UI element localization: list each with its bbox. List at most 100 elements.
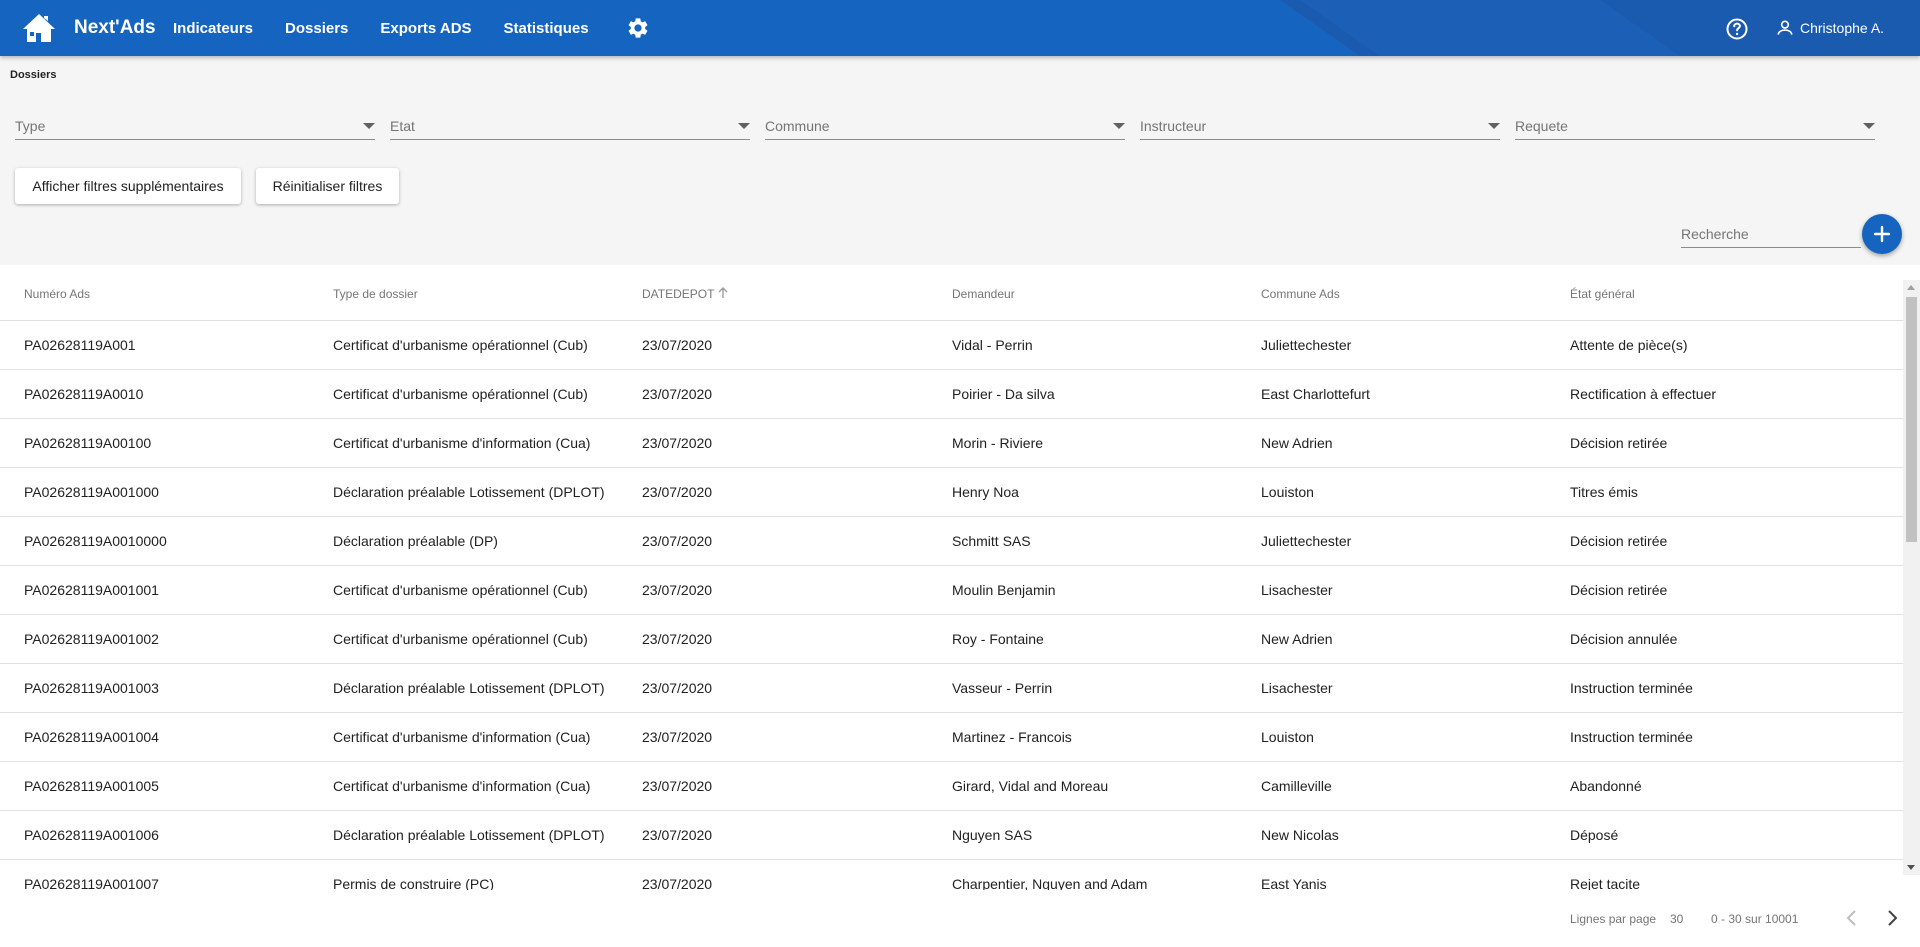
table-row[interactable]: PA02628119A001002 Certificat d'urbanisme … bbox=[0, 615, 1903, 664]
cell-datedepot: 23/07/2020 bbox=[642, 680, 713, 696]
show-more-filters-button[interactable]: Afficher filtres supplémentaires bbox=[15, 168, 241, 204]
cell-etat-general: Attente de pièce(s) bbox=[1570, 337, 1688, 353]
cell-etat-general: Instruction terminée bbox=[1570, 680, 1693, 696]
table-scrollbar[interactable] bbox=[1903, 280, 1920, 875]
cell-type-dossier: Certificat d'urbanisme d'information (Cu… bbox=[333, 778, 591, 794]
table-row[interactable]: PA02628119A001006 Déclaration préalable L… bbox=[0, 811, 1903, 860]
next-page-chevron-icon[interactable] bbox=[1880, 906, 1904, 930]
cell-type-dossier: Certificat d'urbanisme opérationnel (Cub… bbox=[333, 582, 588, 598]
cell-type-dossier: Déclaration préalable Lotissement (DPLOT… bbox=[333, 484, 605, 500]
cell-numero-ads: PA02628119A00100 bbox=[24, 435, 152, 451]
cell-etat-general: Déposé bbox=[1570, 827, 1619, 843]
col-header-datedepot-label: DATEDEPOT bbox=[642, 287, 715, 301]
col-header-commune-ads[interactable]: Commune Ads bbox=[1261, 287, 1340, 301]
cell-type-dossier: Déclaration préalable (DP) bbox=[333, 533, 498, 549]
search-input[interactable] bbox=[1681, 220, 1861, 247]
cell-datedepot: 23/07/2020 bbox=[642, 582, 713, 598]
cell-commune-ads: East Charlottefurt bbox=[1261, 386, 1370, 402]
reset-filters-button[interactable]: Réinitialiser filtres bbox=[256, 168, 399, 204]
cell-demandeur: Charpentier, Nguyen and Adam bbox=[952, 876, 1148, 890]
cell-demandeur: Moulin Benjamin bbox=[952, 582, 1056, 598]
cell-datedepot: 23/07/2020 bbox=[642, 337, 713, 353]
cell-demandeur: Vidal - Perrin bbox=[952, 337, 1033, 353]
filter-instructeur-label: Instructeur bbox=[1140, 118, 1207, 134]
app-name: Next'Ads bbox=[74, 17, 156, 38]
cell-numero-ads: PA02628119A001001 bbox=[24, 582, 159, 598]
table-row[interactable]: PA02628119A0010 Certificat d'urbanisme op… bbox=[0, 370, 1903, 419]
cell-datedepot: 23/07/2020 bbox=[642, 631, 713, 647]
cell-datedepot: 23/07/2020 bbox=[642, 484, 713, 500]
cell-demandeur: Schmitt SAS bbox=[952, 533, 1031, 549]
table-row[interactable]: PA02628119A00100 Certificat d'urbanisme d… bbox=[0, 419, 1903, 468]
cell-demandeur: Morin - Riviere bbox=[952, 435, 1044, 451]
scrollbar-thumb[interactable] bbox=[1906, 297, 1917, 542]
cell-commune-ads: Louiston bbox=[1261, 484, 1314, 500]
cell-etat-general: Rejet tacite bbox=[1570, 876, 1641, 890]
dropdown-caret-icon bbox=[738, 123, 750, 129]
breadcrumb: Dossiers bbox=[10, 69, 57, 81]
col-header-datedepot[interactable]: DATEDEPOT bbox=[642, 287, 729, 301]
dossiers-table: Numéro Ads Type de dossier DATEDEPOT Dem… bbox=[0, 265, 1920, 890]
cell-numero-ads: PA02628119A001003 bbox=[24, 680, 159, 696]
cell-numero-ads: PA02628119A001 bbox=[24, 337, 136, 353]
filter-requete-select[interactable]: Requete bbox=[1515, 112, 1875, 140]
cell-commune-ads: New Nicolas bbox=[1261, 827, 1339, 843]
table-row[interactable]: PA02628119A001005 Certificat d'urbanisme … bbox=[0, 762, 1903, 811]
cell-etat-general: Décision retirée bbox=[1570, 582, 1668, 598]
table-row[interactable]: PA02628119A001003 Déclaration préalable L… bbox=[0, 664, 1903, 713]
dropdown-caret-icon bbox=[1488, 123, 1500, 129]
table-header: Numéro Ads Type de dossier DATEDEPOT Dem… bbox=[0, 265, 1903, 321]
col-header-numero-ads[interactable]: Numéro Ads bbox=[24, 287, 90, 301]
settings-gear-icon[interactable] bbox=[626, 16, 650, 40]
cell-etat-general: Abandonné bbox=[1570, 778, 1642, 794]
table-row[interactable]: PA02628119A001 Certificat d'urbanisme opé… bbox=[0, 321, 1903, 370]
nav-dossiers[interactable]: Dossiers bbox=[285, 20, 348, 37]
nav-statistiques[interactable]: Statistiques bbox=[504, 20, 589, 37]
cell-etat-general: Instruction terminée bbox=[1570, 729, 1693, 745]
table-row[interactable]: PA02628119A001000 Déclaration préalable L… bbox=[0, 468, 1903, 517]
rows-per-page-label: Lignes par page bbox=[1570, 912, 1657, 926]
cell-type-dossier: Certificat d'urbanisme d'information (Cu… bbox=[333, 729, 591, 745]
cell-demandeur: Vasseur - Perrin bbox=[952, 680, 1053, 696]
filter-etat-select[interactable]: Etat bbox=[390, 112, 750, 140]
top-app-bar: Next'Ads Indicateurs Dossiers Exports AD… bbox=[0, 0, 1920, 56]
filter-commune-select[interactable]: Commune bbox=[765, 112, 1125, 140]
user-name: Christophe A. bbox=[1800, 20, 1885, 36]
table-row[interactable]: PA02628119A0010000 Déclaration préalable … bbox=[0, 517, 1903, 566]
nav-indicateurs[interactable]: Indicateurs bbox=[173, 20, 253, 37]
cell-numero-ads: PA02628119A001002 bbox=[24, 631, 159, 647]
cell-etat-general: Décision retirée bbox=[1570, 435, 1668, 451]
cell-type-dossier: Déclaration préalable Lotissement (DPLOT… bbox=[333, 827, 605, 843]
col-header-demandeur[interactable]: Demandeur bbox=[952, 287, 1015, 301]
help-icon[interactable] bbox=[1725, 17, 1749, 41]
cell-numero-ads: PA02628119A0010 bbox=[24, 386, 144, 402]
col-header-type-dossier[interactable]: Type de dossier bbox=[333, 287, 418, 301]
cell-etat-general: Décision annulée bbox=[1570, 631, 1678, 647]
cell-numero-ads: PA02628119A0010000 bbox=[24, 533, 167, 549]
main-nav: Indicateurs Dossiers Exports ADS Statist… bbox=[173, 0, 650, 56]
scroll-down-arrow-icon[interactable] bbox=[1907, 865, 1915, 870]
cell-commune-ads: Juliettechester bbox=[1261, 533, 1352, 549]
col-header-etat-general[interactable]: État général bbox=[1570, 287, 1635, 301]
sort-arrow-up-icon bbox=[718, 287, 728, 298]
rows-per-page-select[interactable]: 30 bbox=[1670, 912, 1683, 926]
table-row[interactable]: PA02628119A001004 Certificat d'urbanisme … bbox=[0, 713, 1903, 762]
filter-bar: Type Etat Commune Instructeur Requete bbox=[15, 112, 1876, 140]
cell-demandeur: Nguyen SAS bbox=[952, 827, 1033, 843]
filter-type-select[interactable]: Type bbox=[15, 112, 375, 140]
previous-page-chevron-icon[interactable] bbox=[1840, 906, 1864, 930]
filter-type-label: Type bbox=[15, 118, 46, 134]
user-menu[interactable]: Christophe A. bbox=[1775, 0, 1884, 56]
dropdown-caret-icon bbox=[1113, 123, 1125, 129]
table-body: PA02628119A001 Certificat d'urbanisme opé… bbox=[0, 321, 1903, 890]
add-dossier-button[interactable] bbox=[1862, 214, 1902, 254]
table-row[interactable]: PA02628119A001007 Permis de construire (P… bbox=[0, 860, 1903, 890]
brand[interactable]: Next'Ads bbox=[20, 8, 156, 48]
nav-exports-ads[interactable]: Exports ADS bbox=[380, 20, 471, 37]
table-row[interactable]: PA02628119A001001 Certificat d'urbanisme … bbox=[0, 566, 1903, 615]
cell-etat-general: Rectification à effectuer bbox=[1570, 386, 1717, 402]
cell-commune-ads: Louiston bbox=[1261, 729, 1314, 745]
scroll-up-arrow-icon[interactable] bbox=[1907, 285, 1915, 290]
cell-commune-ads: Juliettechester bbox=[1261, 337, 1352, 353]
filter-instructeur-select[interactable]: Instructeur bbox=[1140, 112, 1500, 140]
